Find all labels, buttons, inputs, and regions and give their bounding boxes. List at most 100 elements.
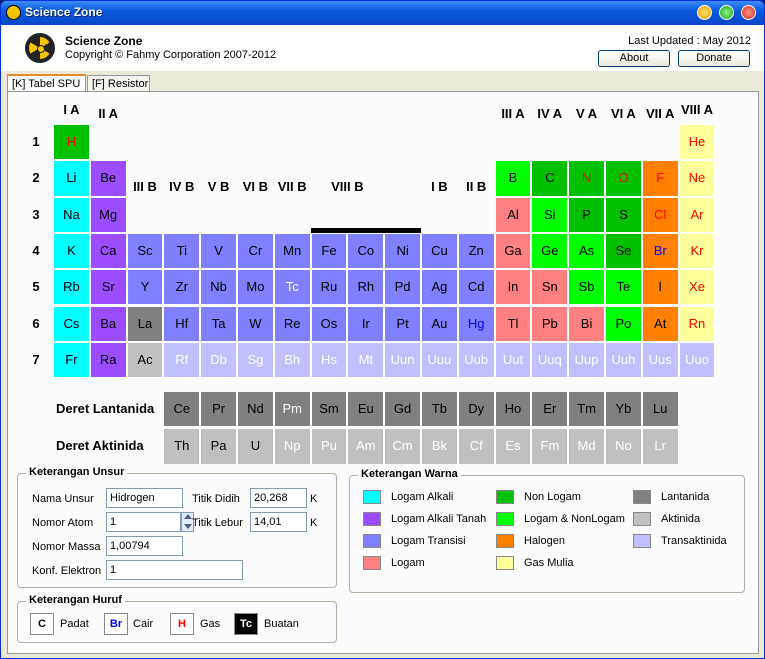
element-md[interactable]: Md [568,428,605,465]
element-bh[interactable]: Bh [273,341,311,379]
element-ce[interactable]: Ce [163,391,201,428]
element-li[interactable]: Li [53,160,90,197]
element-po[interactable]: Po [605,305,642,342]
element-tb[interactable]: Tb [421,391,458,428]
element-np[interactable]: Np [273,428,311,465]
element-rf[interactable]: Rf [163,341,201,379]
element-cf[interactable]: Cf [457,428,495,465]
element-p[interactable]: P [568,196,605,233]
titik-didih-field[interactable]: 20,268 [250,488,307,508]
element-la[interactable]: La [126,305,164,342]
element-o[interactable]: O [605,160,642,197]
element-cu[interactable]: Cu [421,232,458,270]
element-i[interactable]: I [641,269,679,306]
element-h[interactable]: H [53,124,90,161]
stepper-up-icon[interactable] [184,514,192,519]
element-uuh[interactable]: Uuh [605,341,642,379]
element-pm[interactable]: Pm [273,391,311,428]
nomor-atom-field[interactable]: 1 [106,512,181,532]
element-hs[interactable]: Hs [310,341,348,379]
element-pr[interactable]: Pr [200,391,237,428]
element-er[interactable]: Er [531,391,569,428]
element-ta[interactable]: Ta [200,305,237,342]
element-am[interactable]: Am [347,428,385,465]
element-yb[interactable]: Yb [605,391,642,428]
element-bi[interactable]: Bi [568,305,605,342]
element-au[interactable]: Au [421,305,458,342]
element-be[interactable]: Be [89,160,127,197]
element-cd[interactable]: Cd [457,269,495,306]
element-zr[interactable]: Zr [163,269,201,306]
element-u[interactable]: U [237,428,274,465]
element-uuu[interactable]: Uuu [421,341,458,379]
nama-unsur-field[interactable]: Hidrogen [106,488,183,508]
element-uun[interactable]: Uun [384,341,421,379]
element-gd[interactable]: Gd [384,391,421,428]
element-lu[interactable]: Lu [641,391,679,428]
element-c[interactable]: C [531,160,569,197]
konf-elektron-field[interactable]: 1 [106,560,243,580]
element-ba[interactable]: Ba [89,305,127,342]
element-no[interactable]: No [605,428,642,465]
element-rb[interactable]: Rb [53,269,90,306]
element-ho[interactable]: Ho [494,391,532,428]
element-lr[interactable]: Lr [641,428,679,465]
element-as[interactable]: As [568,232,605,270]
element-mn[interactable]: Mn [273,232,311,270]
element-cs[interactable]: Cs [53,305,90,342]
element-nd[interactable]: Nd [237,391,274,428]
element-tc[interactable]: Tc [273,269,311,306]
element-si[interactable]: Si [531,196,569,233]
element-uus[interactable]: Uus [641,341,679,379]
element-sc[interactable]: Sc [126,232,164,270]
element-mo[interactable]: Mo [237,269,274,306]
element-uuq[interactable]: Uuq [531,341,569,379]
element-db[interactable]: Db [200,341,237,379]
element-cm[interactable]: Cm [384,428,421,465]
element-b[interactable]: B [494,160,532,197]
element-ac[interactable]: Ac [126,341,164,379]
element-sr[interactable]: Sr [89,269,127,306]
element-ar[interactable]: Ar [678,196,716,233]
element-tm[interactable]: Tm [568,391,605,428]
about-button[interactable]: About [598,50,670,67]
element-sb[interactable]: Sb [568,269,605,306]
element-uub[interactable]: Uub [457,341,495,379]
element-uut[interactable]: Uut [494,341,532,379]
element-pu[interactable]: Pu [310,428,348,465]
element-rh[interactable]: Rh [347,269,385,306]
element-ga[interactable]: Ga [494,232,532,270]
element-bk[interactable]: Bk [421,428,458,465]
element-s[interactable]: S [605,196,642,233]
element-mt[interactable]: Mt [347,341,385,379]
element-hf[interactable]: Hf [163,305,201,342]
element-te[interactable]: Te [605,269,642,306]
element-kr[interactable]: Kr [678,232,716,270]
element-xe[interactable]: Xe [678,269,716,306]
element-sm[interactable]: Sm [310,391,348,428]
element-at[interactable]: At [641,305,679,342]
element-y[interactable]: Y [126,269,164,306]
element-uuo[interactable]: Uuo [678,341,716,379]
element-sg[interactable]: Sg [237,341,274,379]
close-button[interactable] [741,5,756,20]
element-v[interactable]: V [200,232,237,270]
element-th[interactable]: Th [163,428,201,465]
element-fr[interactable]: Fr [53,341,90,379]
element-ni[interactable]: Ni [384,232,421,270]
element-zn[interactable]: Zn [457,232,495,270]
element-al[interactable]: Al [494,196,532,233]
element-pt[interactable]: Pt [384,305,421,342]
element-f[interactable]: F [641,160,679,197]
element-k[interactable]: K [53,232,90,270]
element-es[interactable]: Es [494,428,532,465]
element-ti[interactable]: Ti [163,232,201,270]
element-re[interactable]: Re [273,305,311,342]
minimize-button[interactable] [697,5,712,20]
tab-resistor[interactable]: [F] Resistor [87,75,150,92]
element-fe[interactable]: Fe [310,232,348,270]
donate-button[interactable]: Donate [678,50,750,67]
element-ra[interactable]: Ra [89,341,127,379]
element-se[interactable]: Se [605,232,642,270]
element-ca[interactable]: Ca [89,232,127,270]
